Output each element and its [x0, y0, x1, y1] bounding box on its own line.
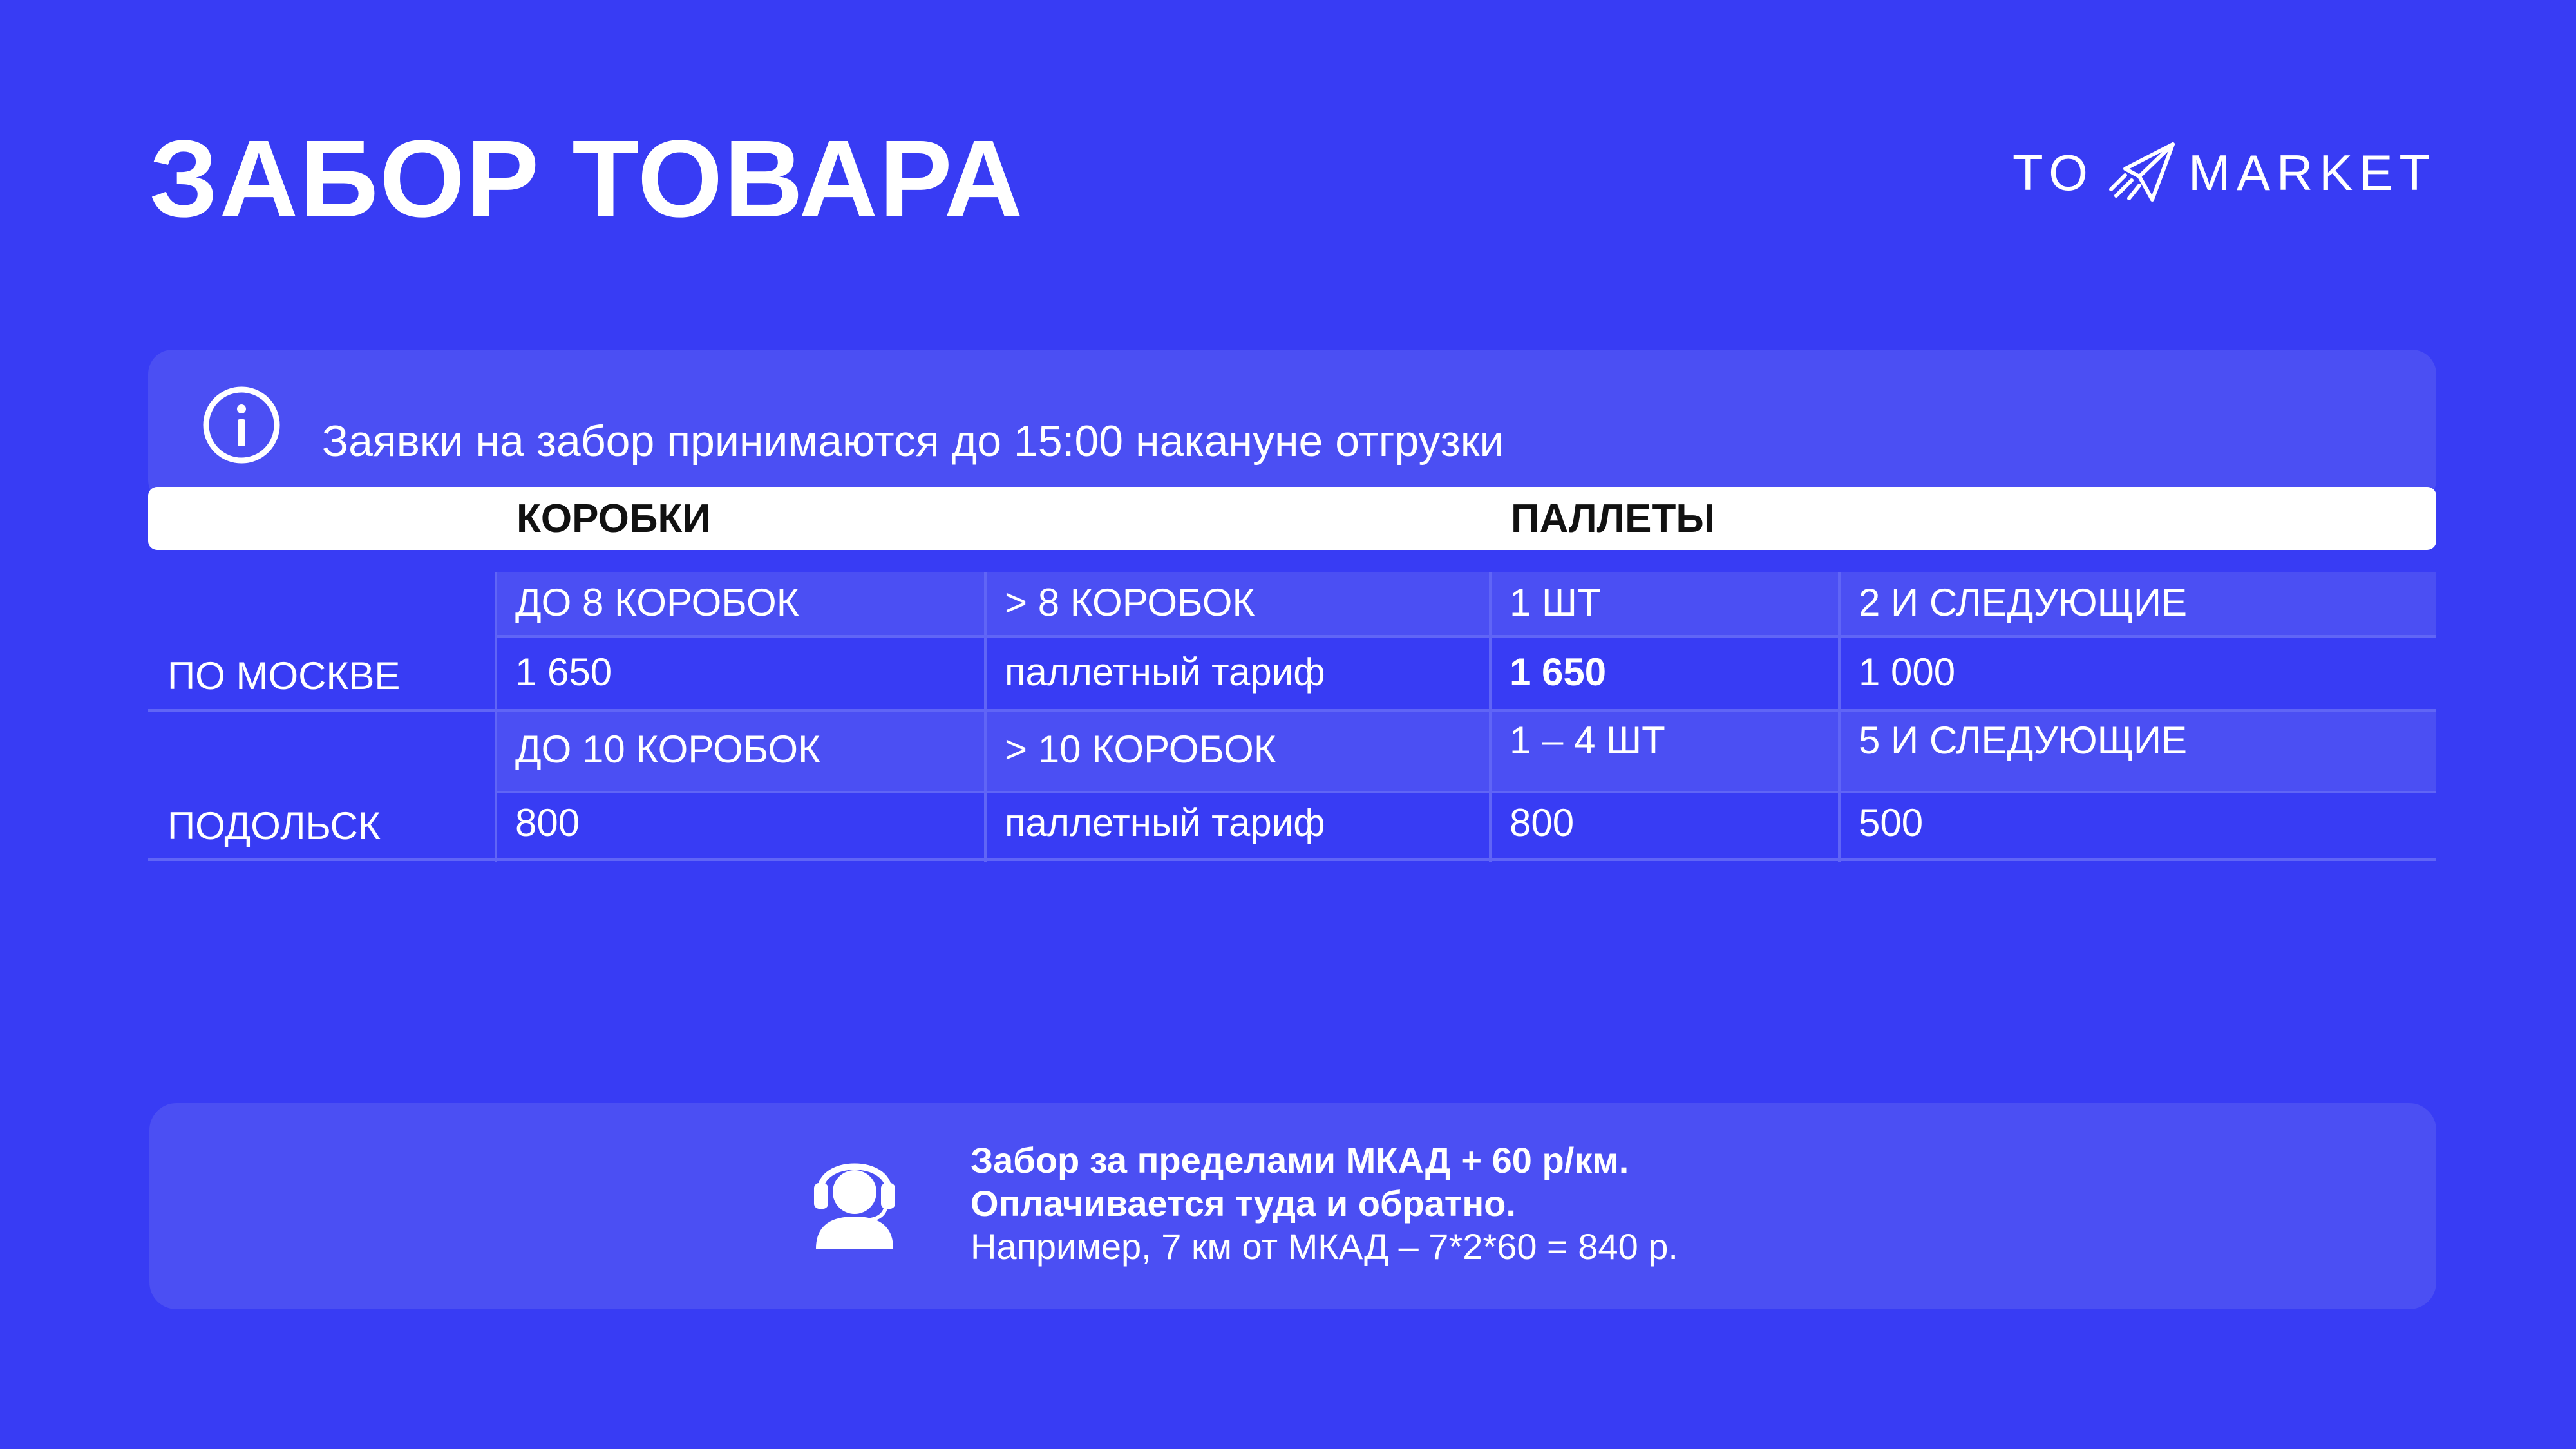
divider: [984, 572, 987, 862]
table-cell: ДО 10 КОРОБОК: [515, 728, 821, 771]
table-cell: 1 000: [1859, 650, 1956, 694]
table-cell: 5 И СЛЕДУЮЩИЕ: [1859, 719, 2187, 762]
logo-text-right: MARKET: [2188, 144, 2436, 201]
divider: [148, 709, 2436, 712]
city-label: ПО МОСКВЕ: [167, 654, 401, 697]
table-group-header: КОРОБКИ ПАЛЛЕТЫ: [148, 487, 2436, 550]
table-cell: паллетный тариф: [1005, 650, 1325, 694]
note-text: Забор за пределами МКАД + 60 р/км. Оплач…: [971, 1139, 1678, 1268]
table-cell: 800: [515, 801, 580, 844]
table-cell: паллетный тариф: [1005, 801, 1325, 844]
table-cell: 1 650: [1510, 650, 1607, 694]
note-line: Забор за пределами МКАД + 60 р/км.: [971, 1140, 1629, 1180]
table-cell: > 8 КОРОБОК: [1005, 581, 1255, 624]
note-line: Например, 7 км от МКАД – 7*2*60 = 840 р.: [971, 1226, 1678, 1267]
info-text: Заявки на забор принимаются до 15:00 нак…: [322, 417, 1504, 466]
table-cell: > 10 КОРОБОК: [1005, 728, 1276, 771]
logo-text-left: TO: [2012, 144, 2094, 201]
group-header-boxes: КОРОБКИ: [516, 497, 711, 541]
table-cell: 1 650: [515, 650, 612, 694]
note-line: Оплачивается туда и обратно.: [971, 1183, 1516, 1224]
table-cell: 1 ШТ: [1510, 581, 1601, 624]
logo: TO MARKET: [2012, 140, 2436, 205]
table-cell: 1 – 4 ШТ: [1510, 719, 1665, 762]
support-agent-icon: [814, 1163, 895, 1249]
divider: [1838, 572, 1841, 862]
paper-plane-icon: [2108, 142, 2175, 202]
divider: [496, 635, 2436, 638]
divider: [148, 858, 2436, 861]
divider: [495, 572, 497, 862]
table-cell: 500: [1859, 801, 1924, 844]
table-cell: 800: [1510, 801, 1575, 844]
divider: [496, 791, 2436, 793]
divider: [1489, 572, 1492, 862]
table-cell: 2 И СЛЕДУЮЩИЕ: [1859, 581, 2187, 624]
table-cell: ДО 8 КОРОБОК: [515, 581, 799, 624]
city-label: ПОДОЛЬСК: [167, 804, 381, 848]
note-banner: Забор за пределами МКАД + 60 р/км. Оплач…: [149, 1103, 2436, 1309]
page-title: ЗАБОР ТОВАРА: [149, 118, 1025, 240]
info-banner: Заявки на забор принимаются до 15:00 нак…: [148, 350, 2436, 504]
info-icon: [203, 386, 280, 464]
rates-table: ПО МОСКВЕ ДО 8 КОРОБОК > 8 КОРОБОК 1 ШТ …: [148, 572, 2436, 862]
group-header-pallets: ПАЛЛЕТЫ: [1511, 497, 1716, 541]
